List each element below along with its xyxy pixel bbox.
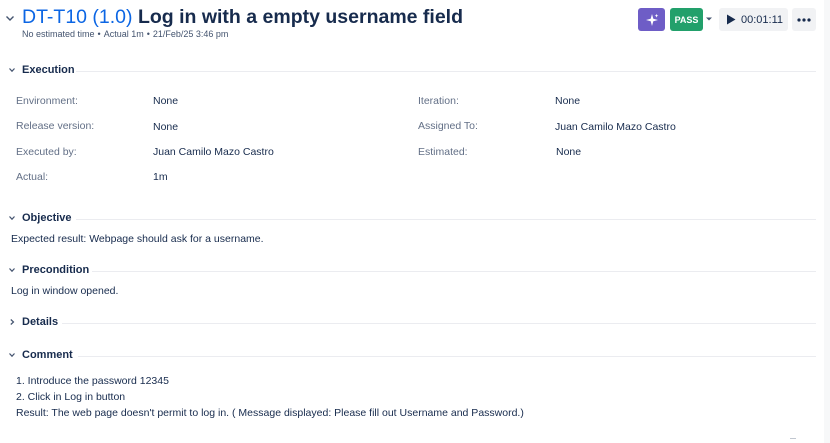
timer-button[interactable]: 00:01:11 bbox=[719, 8, 788, 31]
estimated-value[interactable]: None bbox=[556, 146, 581, 158]
section-divider bbox=[76, 71, 816, 72]
section-divider bbox=[78, 356, 816, 357]
page-title: DT-T10 (1.0) Log in with a empty usernam… bbox=[22, 5, 463, 29]
executed-by-value[interactable]: Juan Camilo Mazo Castro bbox=[153, 146, 274, 158]
comment-line[interactable]: 1. Introduce the password 12345 bbox=[16, 375, 169, 387]
environment-label: Environment: bbox=[16, 95, 78, 107]
ai-assist-button[interactable] bbox=[638, 8, 665, 31]
more-actions-button[interactable] bbox=[792, 8, 816, 31]
test-case-name: Log in with a empty username field bbox=[137, 6, 464, 28]
chevron-right-icon bbox=[10, 319, 15, 325]
release-version-label: Release version: bbox=[16, 120, 95, 132]
assigned-to-label: Assigned To: bbox=[418, 120, 478, 132]
section-title: Comment bbox=[22, 349, 73, 361]
caret-down-icon[interactable] bbox=[704, 14, 714, 24]
chevron-down-icon bbox=[9, 353, 15, 358]
timer-value: 00:01:11 bbox=[741, 13, 784, 26]
precondition-text[interactable]: Log in window opened. bbox=[11, 285, 118, 297]
section-precondition-header[interactable]: Precondition bbox=[8, 264, 89, 276]
comment-line[interactable]: 2. Click in Log in button bbox=[16, 391, 125, 403]
section-title: Execution bbox=[22, 64, 75, 76]
actual-label: Actual: bbox=[16, 171, 49, 183]
assigned-to-value[interactable]: Juan Camilo Mazo Castro bbox=[555, 121, 676, 133]
estimated-label: Estimated: bbox=[418, 146, 468, 158]
section-details-header[interactable]: Details bbox=[8, 316, 58, 328]
section-divider bbox=[92, 271, 816, 272]
release-version-value[interactable]: None bbox=[153, 121, 178, 133]
scrollbar[interactable] bbox=[824, 0, 830, 443]
meta-actual: Actual 1m bbox=[103, 29, 144, 39]
section-comment-header[interactable]: Comment bbox=[8, 349, 73, 361]
section-execution-header[interactable]: Execution bbox=[8, 64, 75, 76]
environment-value[interactable]: None bbox=[153, 95, 178, 107]
more-icon bbox=[797, 17, 811, 22]
section-divider bbox=[76, 219, 816, 220]
play-icon bbox=[727, 14, 736, 25]
chevron-down-icon bbox=[9, 216, 15, 221]
section-title: Details bbox=[22, 316, 59, 328]
actual-value[interactable]: 1m bbox=[153, 171, 168, 183]
meta-date: 21/Feb/25 3:46 pm bbox=[152, 29, 229, 39]
resize-handle[interactable] bbox=[790, 438, 796, 441]
comment-line[interactable]: Result: The web page doesn't permit to l… bbox=[16, 407, 524, 419]
test-case-key[interactable]: DT-T10 (1.0) bbox=[22, 6, 133, 28]
executed-by-label: Executed by: bbox=[16, 146, 77, 158]
chevron-down-icon bbox=[9, 268, 15, 273]
chevron-down-icon bbox=[9, 68, 15, 73]
iteration-value[interactable]: None bbox=[555, 95, 580, 107]
sparkle-icon bbox=[645, 13, 658, 26]
section-title: Objective bbox=[22, 212, 72, 224]
execution-meta: No estimated time • Actual 1m • 21/Feb/25 3:… bbox=[22, 29, 229, 39]
objective-text[interactable]: Expected result: Webpage should ask for … bbox=[11, 233, 264, 245]
section-objective-header[interactable]: Objective bbox=[8, 212, 72, 224]
section-divider bbox=[62, 323, 816, 324]
section-title: Precondition bbox=[22, 264, 90, 276]
status-pass-button[interactable]: PASS bbox=[670, 8, 703, 31]
iteration-label: Iteration: bbox=[418, 95, 459, 107]
collapse-chevron-icon[interactable] bbox=[4, 12, 16, 24]
meta-estimated: No estimated time bbox=[22, 29, 95, 39]
